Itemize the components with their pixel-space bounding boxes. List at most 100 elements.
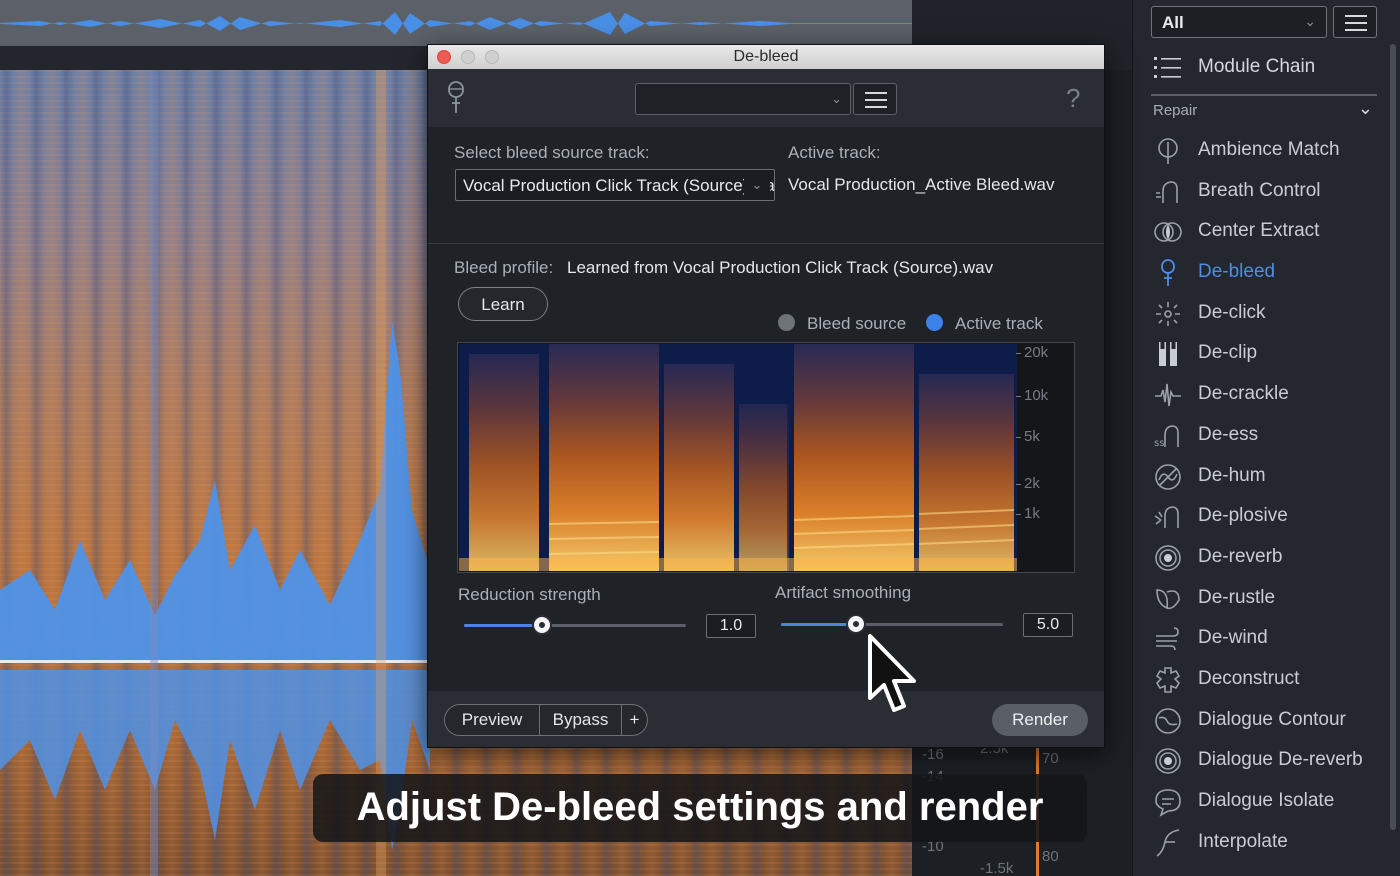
- module-item-breath-control[interactable]: Breath Control: [1151, 171, 1377, 212]
- slider-knob[interactable]: [532, 615, 552, 635]
- reduction-strength-slider[interactable]: [464, 615, 686, 637]
- chevron-down-icon: ⌄: [831, 91, 842, 106]
- module-label: De-rustle: [1198, 586, 1276, 608]
- module-item-de-bleed[interactable]: De-bleed: [1151, 252, 1377, 293]
- slider-fill: [781, 623, 856, 626]
- module-item-ambience-match[interactable]: Ambience Match: [1151, 130, 1377, 171]
- bleed-spectrogram: 20k 10k 5k 2k 1k: [457, 342, 1075, 573]
- time-ruler: [0, 46, 430, 70]
- module-label: Dialogue De-reverb: [1198, 749, 1363, 771]
- freq-tick: [1016, 437, 1021, 438]
- module-label: Center Extract: [1198, 220, 1320, 242]
- de-rustle-icon: [1156, 588, 1180, 609]
- hamburger-icon: [865, 92, 887, 108]
- freq-label: 2k: [1024, 475, 1040, 492]
- module-item-interpolate[interactable]: Interpolate: [1151, 822, 1377, 863]
- module-chain-button[interactable]: Module Chain: [1151, 50, 1377, 86]
- de-wind-icon: [1156, 627, 1179, 651]
- panel-menu-button[interactable]: [1333, 6, 1377, 38]
- learn-button[interactable]: Learn: [458, 287, 548, 321]
- freq-tick: [1016, 396, 1021, 397]
- chevron-down-icon: ⌄: [1357, 98, 1373, 118]
- bleed-source-legend-label[interactable]: Bleed source: [807, 314, 906, 334]
- bleed-source-value: Vocal Production Click Track (Source).wa…: [463, 176, 775, 195]
- spectrogram-image: [459, 344, 1017, 571]
- learn-label: Learn: [481, 295, 525, 314]
- de-ess-icon: ss: [1154, 425, 1179, 449]
- module-label: De-crackle: [1198, 383, 1289, 405]
- module-item-de-crackle[interactable]: De-crackle: [1151, 374, 1377, 415]
- plugin-footer: Preview Bypass + Render: [428, 691, 1104, 747]
- interpolate-icon: [1156, 828, 1180, 857]
- plugin-header: ⌄ ?: [428, 69, 1104, 127]
- bypass-button[interactable]: Bypass: [540, 705, 622, 735]
- slider-fill: [464, 624, 542, 627]
- de-bleed-window: De-bleed ⌄ ? Select bleed source track: …: [427, 44, 1105, 748]
- freq-label: 10k: [1024, 387, 1049, 404]
- module-item-dialogue-de-reverb[interactable]: Dialogue De-reverb: [1151, 740, 1377, 781]
- de-plosive-icon: [1154, 506, 1179, 529]
- reduction-strength-label: Reduction strength: [458, 585, 601, 604]
- module-label: De-plosive: [1198, 505, 1288, 527]
- bleed-profile-value: Learned from Vocal Production Click Trac…: [567, 258, 994, 277]
- scale-label: -1.5k: [980, 860, 1014, 876]
- module-item-de-clip[interactable]: De-clip: [1151, 333, 1377, 374]
- preset-select[interactable]: ⌄: [635, 83, 851, 115]
- de-bleed-icon: [1161, 259, 1175, 287]
- reduction-strength-value[interactable]: 1.0: [706, 614, 756, 638]
- module-item-de-plosive[interactable]: De-plosive: [1151, 496, 1377, 537]
- window-titlebar[interactable]: De-bleed: [428, 45, 1104, 69]
- freq-tick: [1016, 514, 1021, 515]
- help-icon[interactable]: ?: [1066, 83, 1080, 114]
- active-track-legend-label[interactable]: Active track: [955, 314, 1043, 334]
- deconstruct-icon: [1155, 667, 1181, 693]
- freq-label: 20k: [1024, 344, 1049, 361]
- waveform-overview[interactable]: [0, 0, 912, 46]
- module-label: De-clip: [1198, 342, 1258, 364]
- module-label: De-bleed: [1198, 261, 1276, 283]
- module-item-de-click[interactable]: De-click: [1151, 293, 1377, 334]
- chevron-down-icon: ⌄: [744, 170, 770, 200]
- preview-bypass-group: Preview Bypass +: [444, 704, 648, 736]
- breath-control-icon: [1156, 180, 1178, 203]
- module-label: Ambience Match: [1198, 139, 1340, 160]
- scale-label: 70: [1042, 750, 1059, 767]
- module-item-dialogue-isolate[interactable]: Dialogue Isolate: [1151, 781, 1377, 822]
- module-item-center-extract[interactable]: Center Extract: [1151, 211, 1377, 252]
- window-title: De-bleed: [733, 48, 799, 65]
- caption-text: Adjust De-bleed settings and render: [356, 785, 1044, 829]
- render-button[interactable]: Render: [992, 704, 1088, 736]
- module-item-de-hum[interactable]: De-hum: [1151, 456, 1377, 497]
- module-item-de-wind[interactable]: De-wind: [1151, 618, 1377, 659]
- module-panel-scrollbar[interactable]: [1390, 44, 1396, 830]
- module-label: De-wind: [1198, 627, 1268, 649]
- module-label: De-hum: [1198, 464, 1266, 486]
- freq-label: 5k: [1024, 428, 1040, 445]
- de-hum-icon: [1155, 463, 1181, 490]
- module-item-deconstruct[interactable]: Deconstruct: [1151, 659, 1377, 700]
- preview-button[interactable]: Preview: [445, 705, 540, 735]
- artifact-smoothing-label: Artifact smoothing: [775, 583, 912, 602]
- freq-tick: [1016, 353, 1021, 354]
- active-track-legend-dot: [926, 314, 943, 331]
- dialogue-isolate-icon: [1155, 789, 1181, 817]
- module-item-de-rustle[interactable]: De-rustle: [1151, 578, 1377, 619]
- preset-menu-button[interactable]: [853, 83, 897, 115]
- module-filter-row: All ⌄: [1151, 6, 1377, 38]
- artifact-smoothing-value[interactable]: 5.0: [1023, 613, 1073, 637]
- bleed-source-legend-dot: [778, 314, 795, 331]
- slider-knob[interactable]: [846, 614, 866, 634]
- module-label: Interpolate: [1198, 830, 1288, 852]
- module-item-dialogue-contour[interactable]: Dialogue Contour: [1151, 700, 1377, 741]
- module-label: Dialogue Contour: [1198, 708, 1346, 730]
- de-reverb-icon: [1155, 545, 1181, 571]
- module-filter-select[interactable]: All ⌄: [1151, 6, 1327, 38]
- module-item-de-ess[interactable]: ss De-ess: [1151, 415, 1377, 456]
- bleed-source-select[interactable]: Vocal Production Click Track (Source).wa…: [455, 169, 775, 201]
- compare-add-button[interactable]: +: [622, 705, 647, 735]
- module-item-de-reverb[interactable]: De-reverb: [1151, 537, 1377, 578]
- module-label: Deconstruct: [1198, 667, 1300, 689]
- repair-section-header[interactable]: Repair ⌄: [1151, 94, 1377, 126]
- module-label: De-click: [1198, 301, 1266, 323]
- module-label: Breath Control: [1198, 179, 1321, 201]
